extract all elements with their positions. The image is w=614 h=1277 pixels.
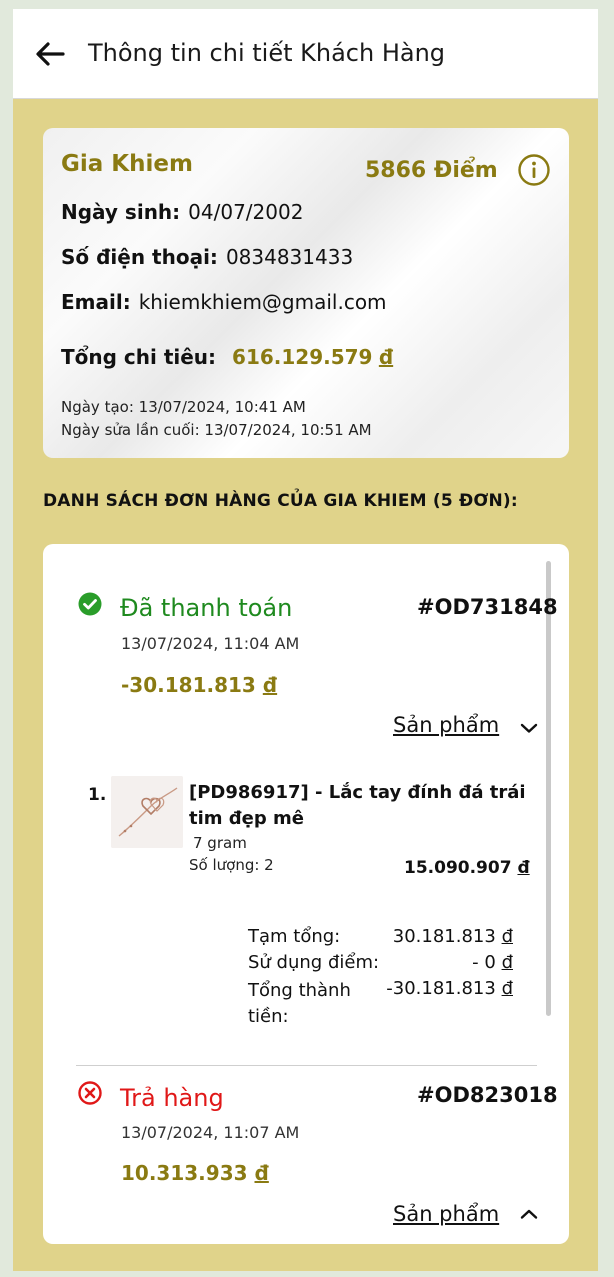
total-value: -30.181.813 đ <box>361 978 513 999</box>
spending-label: Tổng chi tiêu: <box>61 345 217 369</box>
order-date: 13/07/2024, 11:07 AM <box>121 1123 300 1142</box>
orders-scrollbar[interactable] <box>546 561 551 1016</box>
total-currency: đ <box>501 978 513 999</box>
product-price: 15.090.907 đ <box>404 858 530 878</box>
order-amount-value: -30.181.813 <box>121 673 256 697</box>
products-toggle[interactable]: Sản phẩm <box>393 1202 499 1226</box>
product-price-value: 15.090.907 <box>404 858 512 878</box>
chevron-down-icon[interactable] <box>520 722 538 734</box>
item-number: 1. <box>88 785 107 805</box>
spending-value: 616.129.579 <box>232 345 373 369</box>
product-weight: 7 gram <box>193 834 247 852</box>
products-toggle[interactable]: Sản phẩm <box>393 713 499 737</box>
email-label: Email: <box>61 290 131 314</box>
product-name: [PD986917] - Lắc tay đính đá trái tim đẹ… <box>189 782 526 829</box>
order-amount: -30.181.813 đ <box>121 673 277 697</box>
x-circle-icon <box>78 1081 102 1105</box>
customer-card: Gia Khiem 5866 Điểm Ngày sinh: 04/07/2002… <box>43 128 569 458</box>
subtotal-amount: 30.181.813 <box>392 926 496 947</box>
spending-currency: đ <box>378 345 394 369</box>
modified-date: Ngày sửa lần cuối: 13/07/2024, 10:51 AM <box>61 421 372 439</box>
orders-panel: Đã thanh toán #OD731848 13/07/2024, 11:0… <box>43 544 569 1244</box>
phone-value: 0834831433 <box>225 245 354 269</box>
created-date: Ngày tạo: 13/07/2024, 10:41 AM <box>61 398 306 416</box>
page-title: Thông tin chi tiết Khách Hàng <box>88 39 446 67</box>
product-image[interactable] <box>111 776 183 848</box>
orders-list-title: DANH SÁCH ĐƠN HÀNG CỦA GIA KHIEM (5 ĐƠN)… <box>43 491 518 511</box>
order-amount: 10.313.933 đ <box>121 1161 269 1185</box>
email-value: khiemkhiem@gmail.com <box>138 290 387 314</box>
points-used-label: Sử dụng điểm: <box>248 952 380 973</box>
order-divider <box>76 1065 537 1066</box>
subtotal-label: Tạm tổng: <box>248 926 341 947</box>
order-date: 13/07/2024, 11:04 AM <box>121 634 300 653</box>
order-status: Trả hàng <box>120 1084 224 1112</box>
order-amount-currency: đ <box>262 673 278 697</box>
product-quantity: Số lượng: 2 <box>189 856 274 874</box>
order-status: Đã thanh toán <box>120 594 293 622</box>
customer-name: Gia Khiem <box>61 151 193 177</box>
chevron-up-icon[interactable] <box>520 1208 538 1220</box>
app-header: Thông tin chi tiết Khách Hàng <box>13 9 598 99</box>
points-used-currency: đ <box>501 952 513 973</box>
customer-points: 5866 Điểm <box>365 158 498 183</box>
check-circle-icon <box>78 592 102 616</box>
phone-label: Số điện thoại: <box>61 245 218 269</box>
points-used-value: - 0 đ <box>381 952 513 973</box>
points-used-amount: - 0 <box>472 952 496 973</box>
birthday-row: Ngày sinh: 04/07/2002 <box>61 200 303 224</box>
order-code: #OD823018 <box>417 1083 558 1107</box>
subtotal-currency: đ <box>501 926 513 947</box>
order-code: #OD731848 <box>417 595 558 619</box>
phone-row: Số điện thoại: 0834831433 <box>61 245 353 269</box>
subtotal-value: 30.181.813 đ <box>381 926 513 947</box>
birthday-value: 04/07/2002 <box>188 200 304 224</box>
birthday-label: Ngày sinh: <box>61 200 181 224</box>
info-icon[interactable] <box>517 153 551 187</box>
order-amount-currency: đ <box>254 1161 269 1185</box>
bracelet-image-icon <box>111 776 183 848</box>
back-arrow-icon[interactable] <box>33 39 67 69</box>
total-label: Tổng thành tiền: <box>248 980 351 1027</box>
total-amount: -30.181.813 <box>386 978 496 999</box>
app-frame: Thông tin chi tiết Khách Hàng Gia Khiem … <box>13 9 598 1271</box>
email-row: Email: khiemkhiem@gmail.com <box>61 290 387 314</box>
spending-row: Tổng chi tiêu: 616.129.579 đ <box>61 345 393 369</box>
order-amount-value: 10.313.933 <box>121 1161 248 1185</box>
product-price-currency: đ <box>517 858 530 878</box>
